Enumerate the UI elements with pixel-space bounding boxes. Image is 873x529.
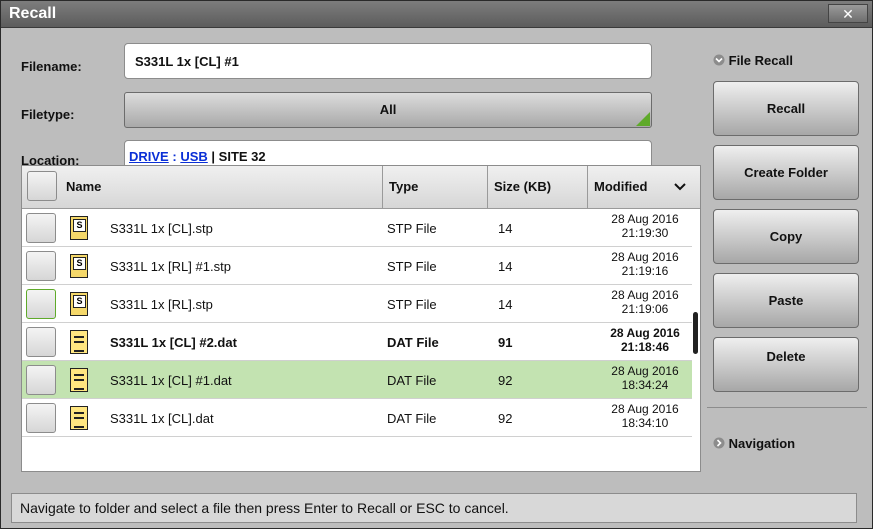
table-row[interactable]: S331L 1x [CL].dat DAT File 92 28 Aug 201… [22, 399, 692, 437]
copy-button[interactable]: Copy [713, 209, 859, 264]
paste-button[interactable]: Paste [713, 273, 859, 328]
modified-date: 28 Aug 2016 [611, 288, 679, 302]
file-size: 92 [498, 373, 513, 388]
table-row-selected[interactable]: S331L 1x [CL] #1.dat DAT File 92 28 Aug … [22, 361, 692, 399]
create-folder-button[interactable]: Create Folder [713, 145, 859, 200]
dat-file-icon [70, 368, 88, 392]
file-name: S331L 1x [RL] #1.stp [110, 259, 231, 274]
stp-file-icon: S [70, 216, 88, 240]
file-name: S331L 1x [CL] #1.dat [110, 373, 232, 388]
filename-field[interactable]: S331L 1x [CL] #1 [124, 43, 652, 79]
column-header-type[interactable]: Type [382, 166, 487, 208]
sidebar-divider [707, 407, 867, 408]
status-bar: Navigate to folder and select a file the… [11, 493, 857, 523]
file-size: 91 [498, 335, 513, 350]
column-header-modified[interactable]: Modified [587, 166, 700, 208]
close-button[interactable]: ✕ [828, 4, 868, 23]
location-separator: : [172, 149, 177, 164]
modified-date: 28 Aug 2016 [611, 212, 679, 226]
row-checkbox[interactable] [26, 365, 56, 395]
recall-dialog: Recall ✕ Filename: S331L 1x [CL] #1 File… [0, 0, 873, 529]
modified-date: 28 Aug 2016 [611, 364, 679, 378]
file-name: S331L 1x [CL] #2.dat [110, 335, 237, 350]
select-all-checkbox[interactable] [27, 171, 57, 201]
recall-button[interactable]: Recall [713, 81, 859, 136]
filename-label: Filename: [21, 59, 82, 74]
location-drive-link[interactable]: DRIVE [129, 149, 169, 164]
row-checkbox[interactable] [26, 403, 56, 433]
title-bar: Recall ✕ [1, 1, 872, 28]
modified-time: 18:34:10 [621, 416, 669, 430]
file-type: DAT File [387, 373, 437, 388]
table-header: Name Type Size (KB) Modified [22, 166, 700, 209]
location-separator: | [211, 149, 216, 164]
file-type: STP File [387, 259, 437, 274]
modified-date: 28 Aug 2016 [611, 402, 679, 416]
modified-date: 28 Aug 2016 [610, 326, 680, 340]
dat-file-icon [70, 330, 88, 354]
file-type: STP File [387, 221, 437, 236]
action-sidebar: File Recall Recall Create Folder Copy Pa… [707, 31, 867, 475]
file-type: DAT File [387, 411, 437, 426]
modified-header-label: Modified [594, 179, 648, 194]
status-text: Navigate to folder and select a file the… [20, 500, 509, 516]
location-current-folder: SITE 32 [218, 149, 266, 164]
modified-time: 21:18:46 [620, 340, 670, 354]
navigation-label: Navigation [728, 436, 796, 451]
stp-file-icon: S [70, 254, 88, 278]
stp-file-icon: S [70, 292, 88, 316]
row-checkbox[interactable] [26, 251, 56, 281]
file-name: S331L 1x [RL].stp [110, 297, 213, 312]
file-size: 14 [498, 221, 513, 236]
filetype-value: All [379, 102, 397, 117]
chevron-down-icon [674, 183, 686, 191]
vertical-scrollbar[interactable] [693, 312, 698, 354]
window-title: Recall [9, 5, 57, 22]
modified-date: 28 Aug 2016 [611, 250, 679, 264]
delete-button[interactable]: Delete [713, 337, 859, 392]
file-type: DAT File [387, 335, 439, 350]
column-header-name[interactable]: Name [60, 166, 380, 208]
row-checkbox[interactable] [26, 213, 56, 243]
row-checkbox[interactable] [26, 289, 56, 319]
navigation-section[interactable]: Navigation [713, 436, 795, 451]
row-checkbox[interactable] [26, 327, 56, 357]
table-row[interactable]: S S331L 1x [RL].stp STP File 14 28 Aug 2… [22, 285, 692, 323]
column-header-size[interactable]: Size (KB) [487, 166, 587, 208]
file-name: S331L 1x [CL].dat [110, 411, 214, 426]
collapse-chevron-icon [713, 54, 725, 66]
dat-file-icon [70, 406, 88, 430]
modified-time: 21:19:16 [621, 264, 669, 278]
file-name: S331L 1x [CL].stp [110, 221, 213, 236]
dropdown-indicator-icon [636, 112, 650, 126]
file-type: STP File [387, 297, 437, 312]
table-row[interactable]: S331L 1x [CL] #2.dat DAT File 91 28 Aug … [22, 323, 692, 361]
file-size: 92 [498, 411, 513, 426]
modified-time: 18:34:24 [621, 378, 669, 392]
table-row[interactable]: S S331L 1x [RL] #1.stp STP File 14 28 Au… [22, 247, 692, 285]
file-recall-label: File Recall [728, 53, 793, 68]
filetype-button[interactable]: All [124, 92, 652, 128]
file-size: 14 [498, 259, 513, 274]
table-row[interactable]: S S331L 1x [CL].stp STP File 14 28 Aug 2… [22, 209, 692, 247]
modified-time: 21:19:30 [621, 226, 669, 240]
location-usb-link[interactable]: USB [180, 149, 207, 164]
file-table: Name Type Size (KB) Modified S S331L 1x … [21, 165, 701, 472]
file-recall-section[interactable]: File Recall [713, 53, 793, 68]
filename-value: S331L 1x [CL] #1 [135, 54, 239, 69]
file-size: 14 [498, 297, 513, 312]
filetype-label: Filetype: [21, 107, 75, 122]
modified-time: 21:19:06 [621, 302, 669, 316]
expand-chevron-icon [713, 437, 725, 449]
